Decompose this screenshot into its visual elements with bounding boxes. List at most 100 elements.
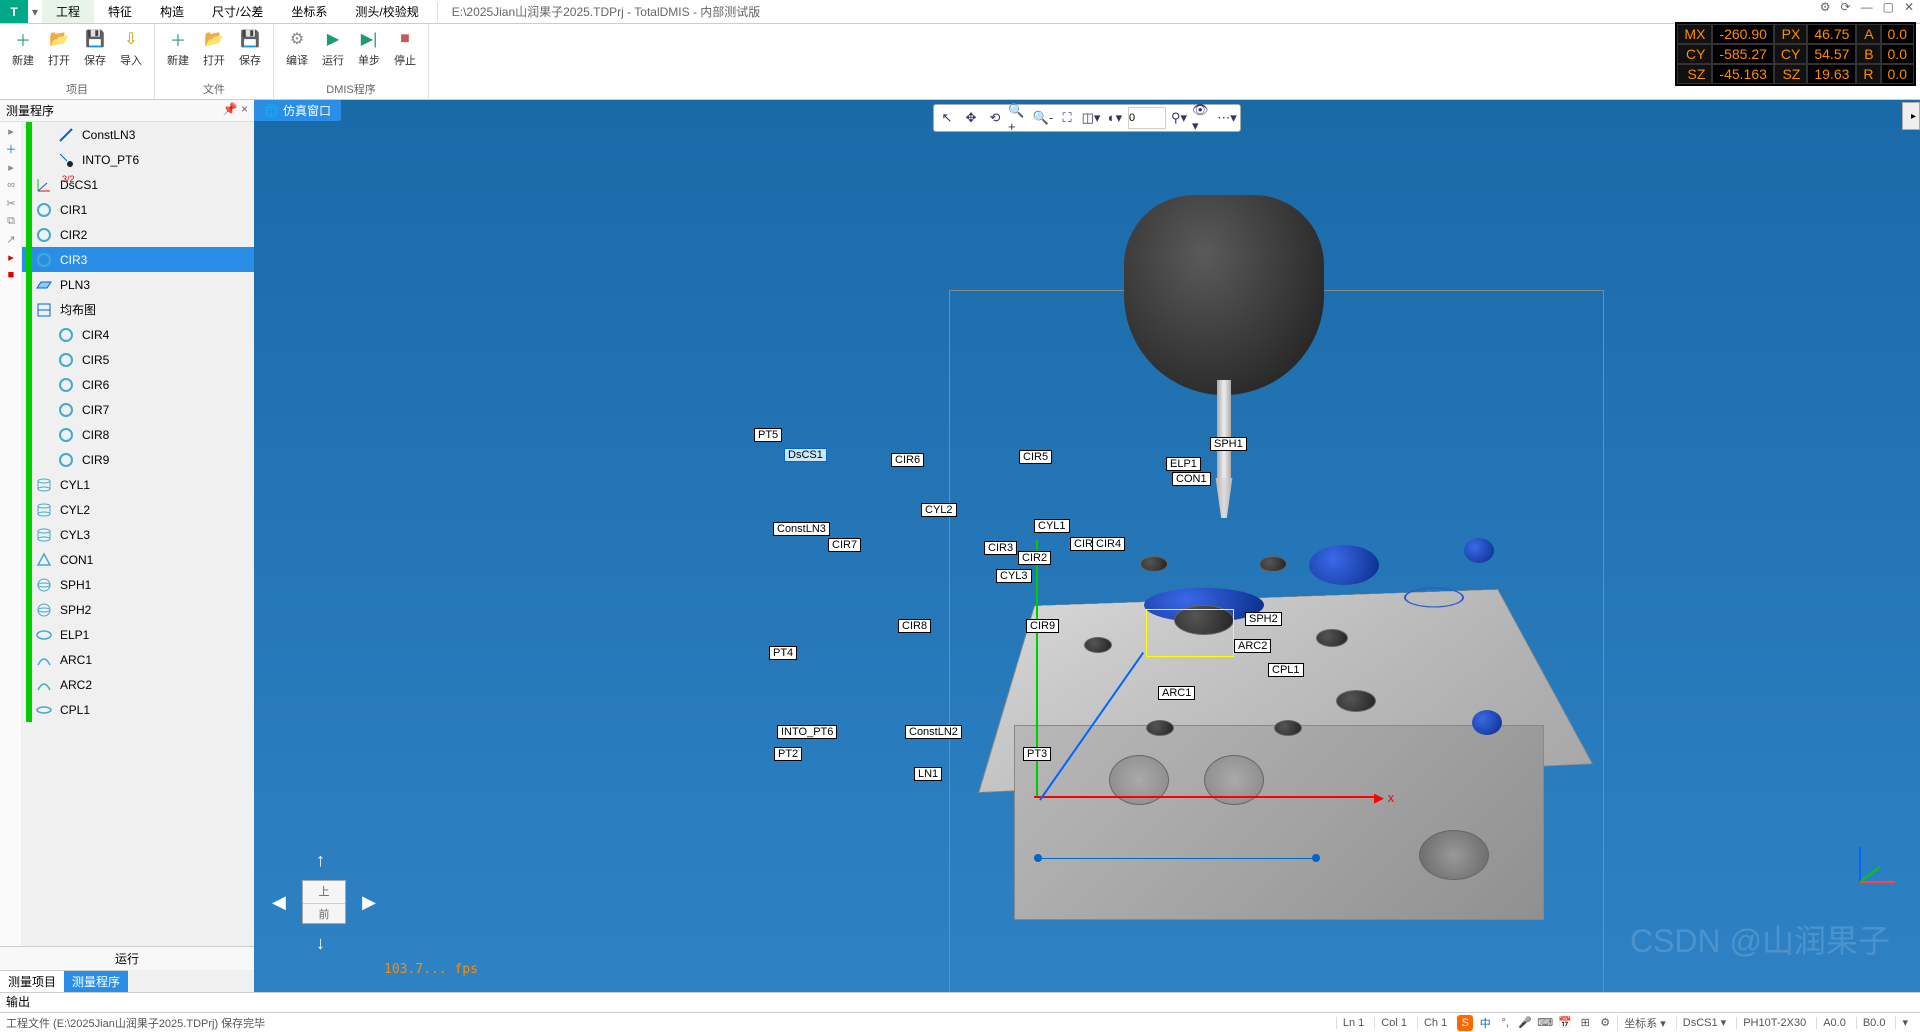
tree-item-CIR4[interactable]: CIR4 xyxy=(22,322,254,347)
tb-pointer-icon[interactable]: ↖ xyxy=(936,107,958,129)
callout-PT2[interactable]: PT2 xyxy=(774,747,802,761)
ribbon-btn-打开[interactable]: 📂打开 xyxy=(42,26,76,81)
callout-CPL1[interactable]: CPL1 xyxy=(1268,663,1304,677)
tree-item-CIR7[interactable]: CIR7 xyxy=(22,397,254,422)
callout-CIR4[interactable]: CIR4 xyxy=(1092,537,1125,551)
tb-filter-dropdown[interactable]: ⚲▾ xyxy=(1168,107,1190,129)
tb-eye-dropdown[interactable]: 👁▾ xyxy=(1192,107,1214,129)
callout-PT5[interactable]: PT5 xyxy=(754,428,782,442)
status-punct-icon[interactable]: °, xyxy=(1497,1015,1513,1031)
tree-item-SPH2[interactable]: SPH2 xyxy=(22,597,254,622)
menu-probe[interactable]: 测头/校验规 xyxy=(341,0,432,23)
callout-CIR5[interactable]: CIR5 xyxy=(1019,450,1052,464)
side-lock-icon[interactable]: ↗ xyxy=(0,230,22,248)
ribbon-btn-停止[interactable]: ■停止 xyxy=(388,26,422,81)
callout-INTO_PT6[interactable]: INTO_PT6 xyxy=(777,725,837,739)
viewport-3d[interactable]: 🌐仿真窗口 ↖ ✥ ⟲ 🔍+ 🔍- ⛶ ◫▾ ◐▾ ⚲▾ 👁▾ ⋯▾ xyxy=(254,100,1920,992)
tree-item-INTO_PT6[interactable]: INTO_PT6 xyxy=(22,147,254,172)
output-panel-title[interactable]: 输出 xyxy=(0,992,1920,1012)
tree-item-CIR8[interactable]: CIR8 xyxy=(22,422,254,447)
callout-SPH1[interactable]: SPH1 xyxy=(1210,437,1247,451)
ribbon-btn-运行[interactable]: ▶运行 xyxy=(316,26,350,81)
tree-item-SPH1[interactable]: SPH1 xyxy=(22,572,254,597)
status-cs-label[interactable]: 坐标系 ▾ xyxy=(1617,1015,1672,1031)
tb-view-dropdown[interactable]: ◫▾ xyxy=(1080,107,1102,129)
app-menu-dropdown[interactable]: ▾ xyxy=(28,0,42,23)
ribbon-btn-单步[interactable]: ▶|单步 xyxy=(352,26,386,81)
callout-CON1[interactable]: CON1 xyxy=(1172,472,1211,486)
tree-item-CYL2[interactable]: CYL2 xyxy=(22,497,254,522)
nav-cube[interactable]: ↑ ↓ ◀ ▶ 上 前 xyxy=(274,852,374,952)
menu-coordsys[interactable]: 坐标系 xyxy=(277,0,341,23)
callout-PT4[interactable]: PT4 xyxy=(769,646,797,660)
nav-down[interactable]: ↓ xyxy=(316,933,325,954)
tb-value-input[interactable] xyxy=(1128,107,1166,129)
ribbon-btn-保存[interactable]: 💾保存 xyxy=(233,26,267,81)
status-ime-icon[interactable]: S xyxy=(1457,1015,1473,1031)
tree-item-CIR3[interactable]: CIR3 xyxy=(22,247,254,272)
callout-CIR6[interactable]: CIR6 xyxy=(891,453,924,467)
right-panel-handle[interactable]: ▸ xyxy=(1902,102,1920,130)
side-rec-icon[interactable]: ■ xyxy=(0,266,22,284)
tree-item-CIR6[interactable]: CIR6 xyxy=(22,372,254,397)
tree-item-CIR5[interactable]: CIR5 xyxy=(22,347,254,372)
tb-zoom-in-icon[interactable]: 🔍+ xyxy=(1008,107,1030,129)
refresh-icon[interactable]: ⟳ xyxy=(1841,0,1851,23)
tree-item-CYL3[interactable]: CYL3 xyxy=(22,522,254,547)
tree-item-均布图[interactable]: 均布图 xyxy=(22,297,254,322)
tree-item-ELP1[interactable]: ELP1 xyxy=(22,622,254,647)
tree-item-ARC2[interactable]: ARC2 xyxy=(22,672,254,697)
feature-tree[interactable]: ConstLN3INTO_PT6DsCS13/2CIR1CIR2CIR3PLN3… xyxy=(22,122,254,946)
tree-item-ConstLN3[interactable]: ConstLN3 xyxy=(22,122,254,147)
tree-item-ARC1[interactable]: ARC1 xyxy=(22,647,254,672)
callout-CIR7[interactable]: CIR7 xyxy=(828,538,861,552)
status-dcs[interactable]: DsCS1 ▾ xyxy=(1676,1016,1732,1029)
ribbon-btn-新建[interactable]: ＋新建 xyxy=(6,26,40,81)
maximize-icon[interactable]: ▢ xyxy=(1883,0,1894,23)
status-kb-icon[interactable]: ⌨ xyxy=(1537,1015,1553,1031)
status-lang[interactable]: 中 xyxy=(1477,1015,1493,1031)
tree-item-CON1[interactable]: CON1 xyxy=(22,547,254,572)
tree-item-CIR1[interactable]: CIR1 xyxy=(22,197,254,222)
ribbon-btn-新建[interactable]: ＋新建 xyxy=(161,26,195,81)
callout-ARC2[interactable]: ARC2 xyxy=(1234,639,1271,653)
ribbon-btn-导入[interactable]: ⇩导入 xyxy=(114,26,148,81)
menu-construct[interactable]: 构造 xyxy=(146,0,198,23)
tab-measure-items[interactable]: 测量项目 xyxy=(0,970,64,992)
callout-DsCS1[interactable]: DsCS1 xyxy=(784,448,827,462)
side-add-icon[interactable]: ＋ xyxy=(0,140,22,158)
callout-ARC1[interactable]: ARC1 xyxy=(1158,686,1195,700)
callout-CIR2[interactable]: CIR2 xyxy=(1018,551,1051,565)
callout-CIR9[interactable]: CIR9 xyxy=(1026,619,1059,633)
status-gear-icon[interactable]: ⚙ xyxy=(1597,1015,1613,1031)
tb-more-dropdown[interactable]: ⋯▾ xyxy=(1216,107,1238,129)
tb-shade-dropdown[interactable]: ◐▾ xyxy=(1104,107,1126,129)
ribbon-btn-保存[interactable]: 💾保存 xyxy=(78,26,112,81)
tree-item-DsCS1[interactable]: DsCS13/2 xyxy=(22,172,254,197)
callout-ConstLN2[interactable]: ConstLN2 xyxy=(905,725,962,739)
ribbon-btn-编译[interactable]: ⚙编译 xyxy=(280,26,314,81)
side-copy-icon[interactable]: ⧉ xyxy=(0,212,22,230)
callout-SPH2[interactable]: SPH2 xyxy=(1245,612,1282,626)
callout-PT3[interactable]: PT3 xyxy=(1023,747,1051,761)
nav-left[interactable]: ◀ xyxy=(272,892,286,913)
viewport-tab[interactable]: 🌐仿真窗口 xyxy=(254,100,341,121)
settings-icon[interactable]: ⚙ xyxy=(1820,0,1831,23)
tree-item-CIR9[interactable]: CIR9 xyxy=(22,447,254,472)
callout-ConstLN3[interactable]: ConstLN3 xyxy=(773,522,830,536)
menu-feature[interactable]: 特征 xyxy=(94,0,146,23)
side-play-icon[interactable]: ▸ xyxy=(0,158,22,176)
callout-CIR8[interactable]: CIR8 xyxy=(898,619,931,633)
callout-CYL3[interactable]: CYL3 xyxy=(996,569,1032,583)
tb-pan-icon[interactable]: ✥ xyxy=(960,107,982,129)
nav-right[interactable]: ▶ xyxy=(362,892,376,913)
close-icon[interactable]: ✕ xyxy=(1904,0,1914,23)
side-expand-icon[interactable]: ▸ xyxy=(0,122,22,140)
status-apps-icon[interactable]: ⊞ xyxy=(1577,1015,1593,1031)
tree-item-CYL1[interactable]: CYL1 xyxy=(22,472,254,497)
tree-item-CPL1[interactable]: CPL1 xyxy=(22,697,254,722)
run-button[interactable]: 运行 xyxy=(0,946,254,970)
menu-dimension[interactable]: 尺寸/公差 xyxy=(198,0,277,23)
tab-measure-program[interactable]: 测量程序 xyxy=(64,970,128,992)
callout-ELP1[interactable]: ELP1 xyxy=(1166,457,1201,471)
